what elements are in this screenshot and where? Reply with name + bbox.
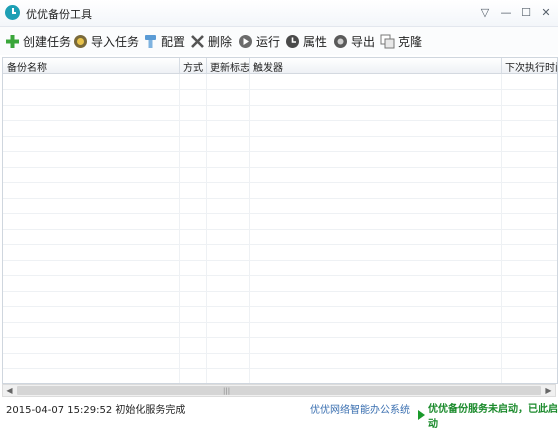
horizontal-scrollbar[interactable]: ◀ ||| ▶	[2, 384, 556, 397]
delete-label: 删除	[208, 34, 233, 49]
task-table[interactable]: 备份名称 方式 更新标志 触发器 下次执行时间	[2, 57, 558, 384]
config-icon	[145, 34, 156, 48]
office-system-link[interactable]: 优优网络智能办公系统	[310, 401, 410, 416]
grid-row-line	[3, 352, 557, 354]
grid-row-line	[3, 135, 557, 137]
grid-column-line	[249, 74, 250, 383]
grid-column-line	[501, 74, 502, 383]
grid-row-line	[3, 213, 557, 214]
close-button[interactable]: ✕	[538, 5, 554, 21]
column-divider[interactable]	[179, 58, 180, 73]
scroll-right-icon[interactable]: ▶	[542, 385, 555, 396]
scrollbar-thumb[interactable]: |||	[17, 386, 541, 395]
col-header-method[interactable]: 方式	[183, 59, 203, 74]
grid-column-line	[206, 74, 207, 383]
column-divider[interactable]	[206, 58, 207, 73]
export-label: 导出	[351, 34, 376, 49]
clock-app-icon	[5, 5, 20, 20]
import-task-button[interactable]: 导入任务	[73, 31, 139, 51]
grid-row-line	[3, 120, 557, 121]
config-label: 配置	[161, 34, 186, 49]
run-icon	[239, 34, 252, 48]
col-header-name[interactable]: 备份名称	[7, 59, 47, 74]
config-button[interactable]: 配置	[143, 31, 185, 51]
export-icon	[334, 34, 347, 48]
column-divider[interactable]	[249, 58, 250, 73]
properties-label: 属性	[303, 34, 328, 49]
maximize-button[interactable]: ☐	[518, 5, 534, 21]
grid-row-line	[3, 244, 557, 245]
grid-row-line	[3, 259, 557, 261]
status-message: 2015-04-07 15:29:52 初始化服务完成	[6, 405, 186, 416]
delete-icon	[191, 34, 204, 48]
app-window: 优优备份工具 ▽ — ☐ ✕ 创建任务 导入任务 配置 删除 运行 属性 导出 …	[0, 0, 558, 430]
grid-row-line	[3, 104, 557, 106]
status-bar: 2015-04-07 15:29:52 初始化服务完成 优优网络智能办公系统 优…	[0, 398, 558, 430]
title-bar: 优优备份工具 ▽ — ☐ ✕	[0, 0, 558, 27]
grid-row-line	[3, 166, 557, 168]
clone-label: 克隆	[398, 34, 423, 49]
table-header: 备份名称 方式 更新标志 触发器 下次执行时间	[3, 58, 557, 74]
grid-row-line	[3, 228, 557, 230]
properties-button[interactable]: 属性	[285, 31, 327, 51]
properties-icon	[286, 34, 299, 48]
column-divider[interactable]	[501, 58, 502, 73]
col-header-next-run[interactable]: 下次执行时间	[505, 59, 557, 74]
grid-row-line	[3, 151, 557, 152]
grip-icon: |||	[223, 387, 231, 395]
plus-icon	[6, 34, 19, 48]
clone-icon	[380, 34, 395, 48]
grid-row-line	[3, 89, 557, 90]
grid-row-line	[3, 275, 557, 276]
create-task-button[interactable]: 创建任务	[5, 31, 71, 51]
delete-button[interactable]: 删除	[190, 31, 232, 51]
toolbar: 创建任务 导入任务 配置 删除 运行 属性 导出 克隆	[0, 27, 558, 55]
grid-column-line	[179, 74, 180, 383]
grid-row-line	[3, 337, 557, 338]
import-icon	[74, 34, 87, 48]
service-status-text: 优优备份服务未启动，已此启动	[428, 404, 558, 430]
grid-row-line	[3, 197, 557, 199]
run-button[interactable]: 运行	[238, 31, 280, 51]
clone-button[interactable]: 克隆	[380, 31, 422, 51]
run-label: 运行	[256, 34, 281, 49]
grid-row-line	[3, 290, 557, 292]
minimize-button[interactable]: —	[498, 5, 514, 21]
import-task-label: 导入任务	[91, 34, 140, 49]
service-status[interactable]: 优优备份服务未启动，已此启动	[418, 400, 558, 430]
grid-row-line	[3, 182, 557, 183]
play-icon	[418, 410, 425, 420]
grid-row-line	[3, 321, 557, 323]
grid-row-line	[3, 368, 557, 369]
grid-row-line	[3, 306, 557, 307]
dropdown-icon[interactable]: ▽	[477, 5, 493, 21]
col-header-trigger[interactable]: 触发器	[253, 59, 283, 74]
window-title: 优优备份工具	[26, 8, 92, 21]
col-header-update-flag[interactable]: 更新标志	[210, 59, 250, 74]
scroll-left-icon[interactable]: ◀	[3, 385, 16, 396]
export-button[interactable]: 导出	[333, 31, 375, 51]
create-task-label: 创建任务	[23, 34, 72, 49]
